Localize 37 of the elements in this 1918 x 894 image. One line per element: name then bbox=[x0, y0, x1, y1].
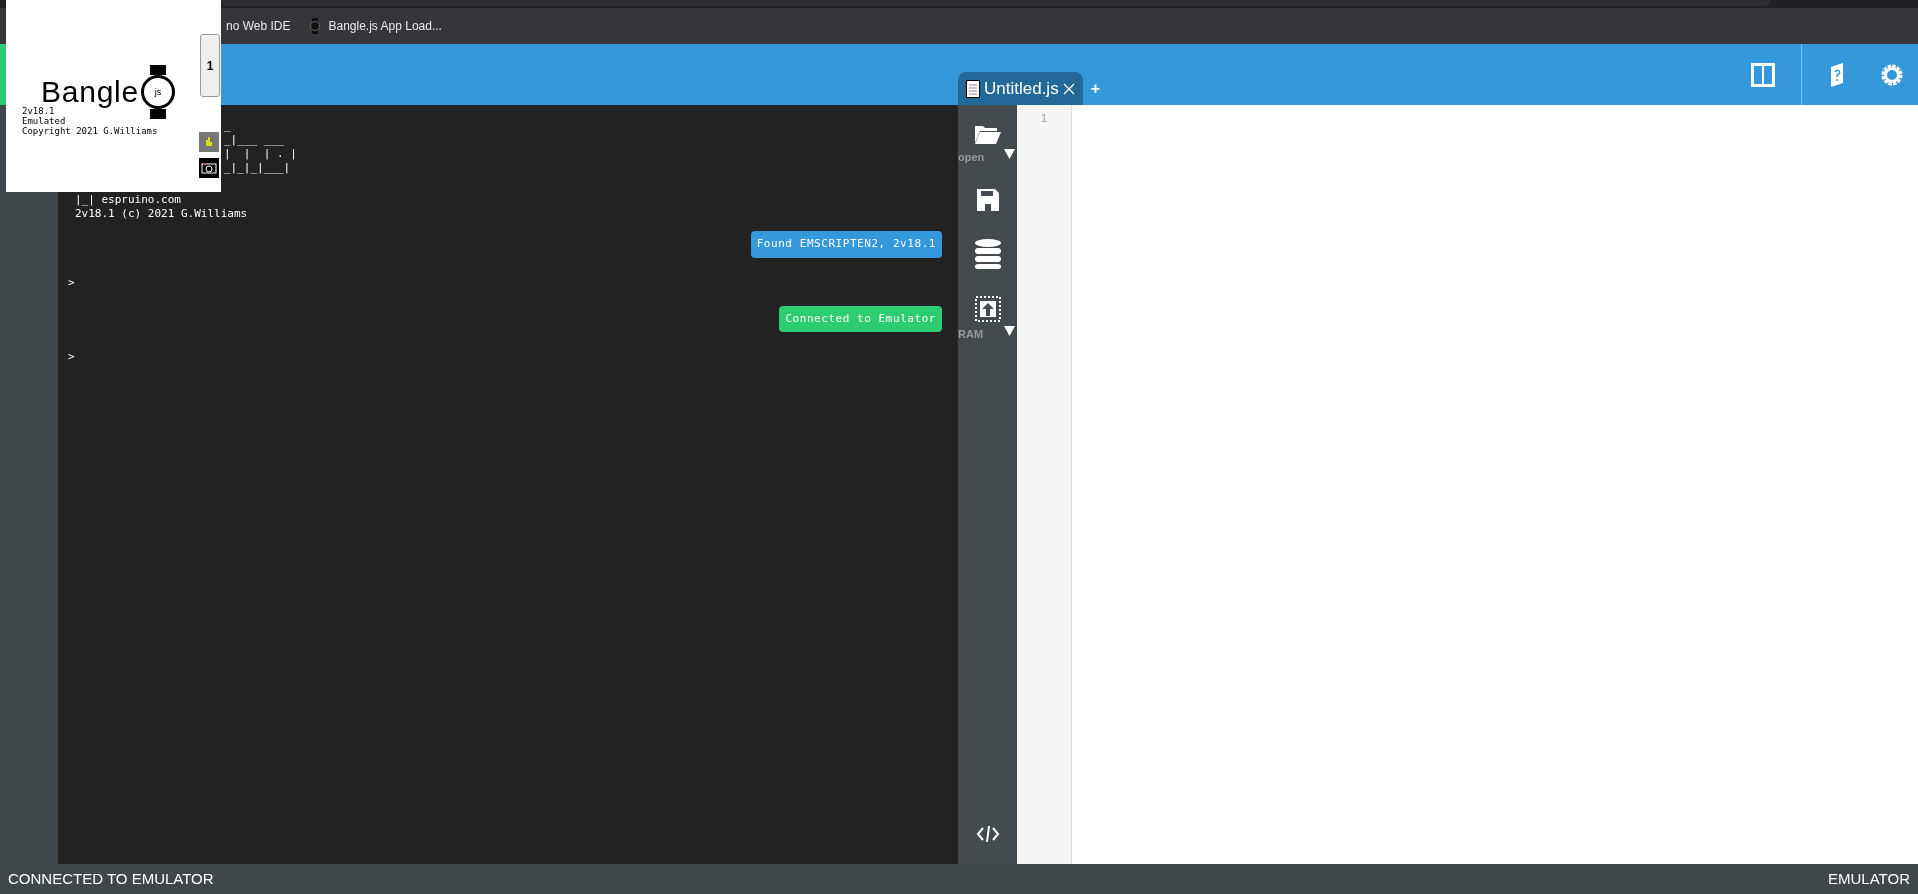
dropdown-arrow-icon[interactable] bbox=[1004, 149, 1015, 159]
emulator-text: 2v18.1 bbox=[22, 106, 55, 116]
logo-text: Bangle bbox=[41, 77, 139, 107]
watch-icon bbox=[310, 18, 321, 34]
help-book-icon[interactable] bbox=[1828, 62, 1846, 87]
upload-icon bbox=[974, 295, 1001, 322]
close-icon[interactable] bbox=[1062, 82, 1075, 95]
camera-icon[interactable] bbox=[199, 158, 219, 178]
bar-chart-icon[interactable] bbox=[199, 132, 219, 152]
status-message: Found EMSCRIPTEN2, 2v18.1 bbox=[750, 231, 942, 258]
ascii-logo-line: _ bbox=[224, 119, 231, 133]
file-tab[interactable]: Untitled.js bbox=[958, 72, 1083, 105]
toolbar-label: open bbox=[958, 150, 985, 165]
prompt: > bbox=[68, 350, 75, 364]
ascii-logo-line: _|_|_|___| bbox=[224, 161, 291, 175]
bookmark[interactable]: Bangle.js App Load... bbox=[310, 17, 442, 35]
prompt: > bbox=[68, 275, 75, 290]
connection-status: CONNECTED TO EMULATOR bbox=[8, 868, 214, 889]
terminal-line: |_| espruino.com bbox=[74, 193, 181, 207]
line-number: 1 bbox=[1040, 111, 1048, 126]
ascii-logo-line: _|___ ___ bbox=[224, 133, 284, 147]
emulator-text: Copyright 2021 G.Williams bbox=[22, 126, 158, 136]
watch-button[interactable]: 1 bbox=[200, 34, 220, 97]
status-message: Connected to Emulator bbox=[779, 305, 942, 332]
document-icon bbox=[966, 79, 980, 98]
toolbar-label: RAM bbox=[958, 326, 984, 342]
emulator-text: Emulated bbox=[22, 116, 66, 126]
settings-icon[interactable] bbox=[1880, 62, 1904, 87]
database-icon bbox=[973, 237, 1002, 270]
ascii-logo-line: | | | . | bbox=[224, 147, 297, 161]
device-label: EMULATOR bbox=[1828, 868, 1910, 889]
terminal-line: 2v18.1 (c) 2021 G.Williams bbox=[74, 207, 248, 221]
bookmark[interactable]: no Web IDE bbox=[226, 17, 291, 35]
code-icon[interactable] bbox=[975, 824, 1000, 844]
split-view-icon[interactable] bbox=[1751, 62, 1775, 87]
dropdown-arrow-icon[interactable] bbox=[1004, 325, 1015, 336]
folder-icon bbox=[973, 123, 1002, 145]
